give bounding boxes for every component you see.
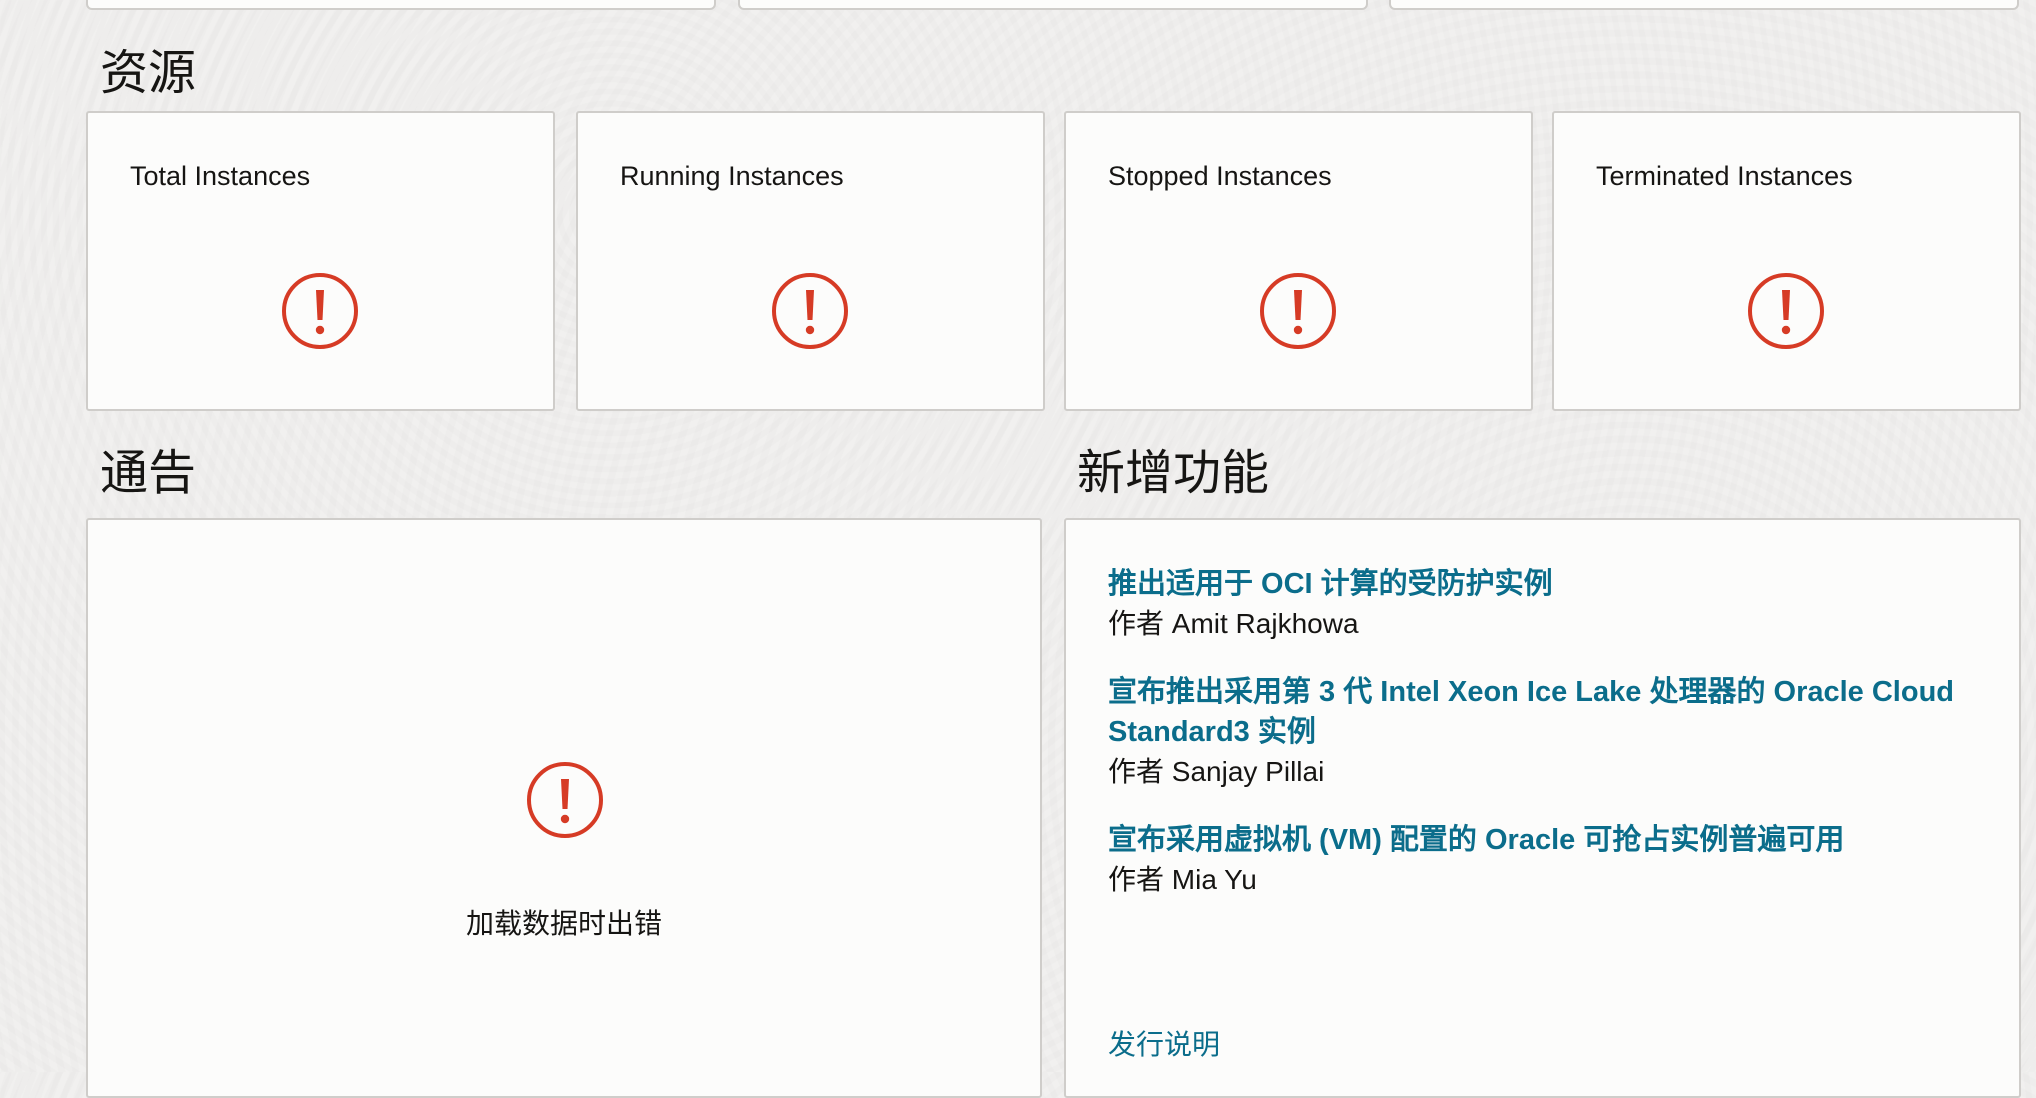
announcements-heading: 通告	[100, 447, 197, 500]
stopped-instances-card[interactable]: Stopped Instances	[1064, 111, 1533, 411]
news-item-author: 作者 Sanjay Pillai	[1108, 756, 1325, 787]
resources-heading: 资源	[100, 47, 197, 100]
error-icon	[526, 761, 604, 839]
top-card-1	[86, 0, 716, 10]
stopped-instances-title: Stopped Instances	[1108, 161, 1332, 191]
error-icon	[1747, 272, 1825, 350]
total-instances-card[interactable]: Total Instances	[86, 111, 555, 411]
total-instances-title: Total Instances	[130, 161, 311, 191]
whats-new-card: 推出适用于 OCI 计算的受防护实例 作者 Amit Rajkhowa 宣布推出…	[1064, 518, 2021, 1098]
error-icon	[771, 272, 849, 350]
news-item-author: 作者 Amit Rajkhowa	[1108, 608, 1359, 639]
top-card-3	[1389, 0, 2019, 10]
whats-new-heading: 新增功能	[1077, 447, 1270, 500]
news-item-link[interactable]: 宣布采用虚拟机 (VM) 配置的 Oracle 可抢占实例普遍可用	[1108, 820, 1959, 860]
running-instances-card[interactable]: Running Instances	[576, 111, 1045, 411]
news-item-link[interactable]: 宣布推出采用第 3 代 Intel Xeon Ice Lake 处理器的 Ora…	[1108, 672, 1959, 752]
news-list: 推出适用于 OCI 计算的受防护实例 作者 Amit Rajkhowa 宣布推出…	[1108, 564, 1959, 928]
news-item: 宣布推出采用第 3 代 Intel Xeon Ice Lake 处理器的 Ora…	[1108, 672, 1959, 792]
news-item: 宣布采用虚拟机 (VM) 配置的 Oracle 可抢占实例普遍可用 作者 Mia…	[1108, 820, 1959, 900]
announcements-error-message: 加载数据时出错	[465, 908, 662, 939]
error-icon	[281, 272, 359, 350]
top-card-2	[738, 0, 1368, 10]
announcements-card: 加载数据时出错	[86, 518, 1042, 1098]
running-instances-title: Running Instances	[620, 161, 844, 191]
terminated-instances-title: Terminated Instances	[1596, 161, 1853, 191]
news-item-link[interactable]: 推出适用于 OCI 计算的受防护实例	[1108, 564, 1959, 604]
news-item: 推出适用于 OCI 计算的受防护实例 作者 Amit Rajkhowa	[1108, 564, 1959, 644]
release-notes-link[interactable]: 发行说明	[1108, 1023, 1220, 1063]
error-icon	[1259, 272, 1337, 350]
terminated-instances-card[interactable]: Terminated Instances	[1552, 111, 2021, 411]
news-item-author: 作者 Mia Yu	[1108, 864, 1257, 895]
